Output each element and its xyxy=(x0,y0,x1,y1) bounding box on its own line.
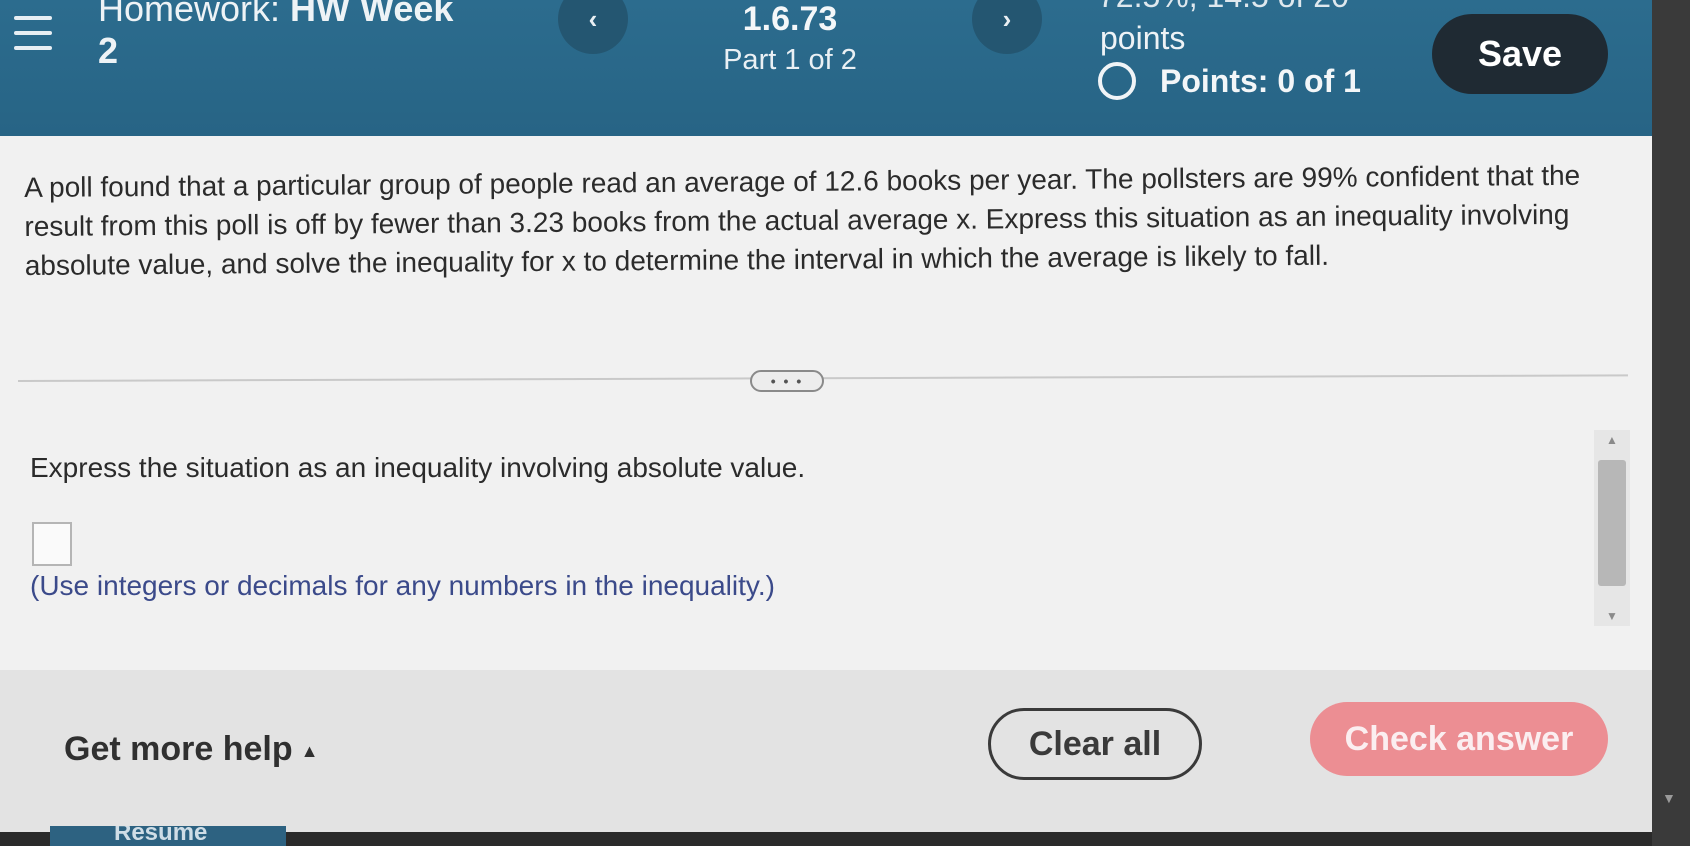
get-more-help-label: Get more help xyxy=(64,730,293,768)
resume-tab[interactable]: Resume xyxy=(50,826,286,846)
overall-score: 72.5%, 14.5 of 20 xyxy=(1098,0,1349,15)
homework-title-name: HW Week xyxy=(290,0,454,29)
app-screen: Homework: HW Week 2 ‹ 1.6.73 Part 1 of 2… xyxy=(0,0,1652,832)
homework-title: Homework: HW Week 2 xyxy=(98,0,538,72)
save-button[interactable]: Save xyxy=(1432,14,1608,94)
footer-bar: Get more help ▲ Clear all Check answer xyxy=(0,670,1652,832)
question-part: Part 1 of 2 xyxy=(723,44,857,76)
content-scrollbar[interactable]: ▲ ▼ xyxy=(1594,430,1630,626)
window-edge: ▼ xyxy=(1652,0,1690,846)
clear-all-button[interactable]: Clear all xyxy=(988,708,1202,780)
expand-question-button[interactable]: • • • xyxy=(750,370,824,392)
scroll-up-icon[interactable]: ▲ xyxy=(1594,430,1630,450)
homework-title-prefix: Homework: xyxy=(98,0,291,29)
next-question-button[interactable]: › xyxy=(972,0,1042,54)
chevron-right-icon: › xyxy=(1002,3,1012,34)
question-points-label: Points: 0 of 1 xyxy=(1160,62,1361,99)
answer-instruction: Express the situation as an inequality i… xyxy=(30,452,806,483)
caret-up-icon: ▲ xyxy=(300,740,319,761)
chevron-left-icon: ‹ xyxy=(588,3,598,34)
check-answer-button[interactable]: Check answer xyxy=(1310,702,1608,776)
homework-title-number: 2 xyxy=(98,30,119,71)
circle-outline-icon xyxy=(1098,62,1136,100)
previous-question-button[interactable]: ‹ xyxy=(558,0,628,54)
scroll-thumb[interactable] xyxy=(1598,460,1626,586)
answer-input[interactable] xyxy=(32,522,72,566)
overall-score-unit: points xyxy=(1100,20,1186,56)
scroll-down-icon[interactable]: ▼ xyxy=(1594,606,1630,626)
answer-hint: (Use integers or decimals for any number… xyxy=(30,570,775,601)
menu-icon[interactable] xyxy=(14,16,52,50)
get-more-help-button[interactable]: Get more help ▲ xyxy=(64,730,318,769)
question-points: Points: 0 of 1 xyxy=(1098,62,1361,100)
header-bar: Homework: HW Week 2 ‹ 1.6.73 Part 1 of 2… xyxy=(0,0,1652,136)
question-number: 1.6.73 xyxy=(742,0,838,38)
question-text: A poll found that a particular group of … xyxy=(24,159,1581,281)
chevron-down-icon[interactable]: ▼ xyxy=(1662,790,1676,806)
